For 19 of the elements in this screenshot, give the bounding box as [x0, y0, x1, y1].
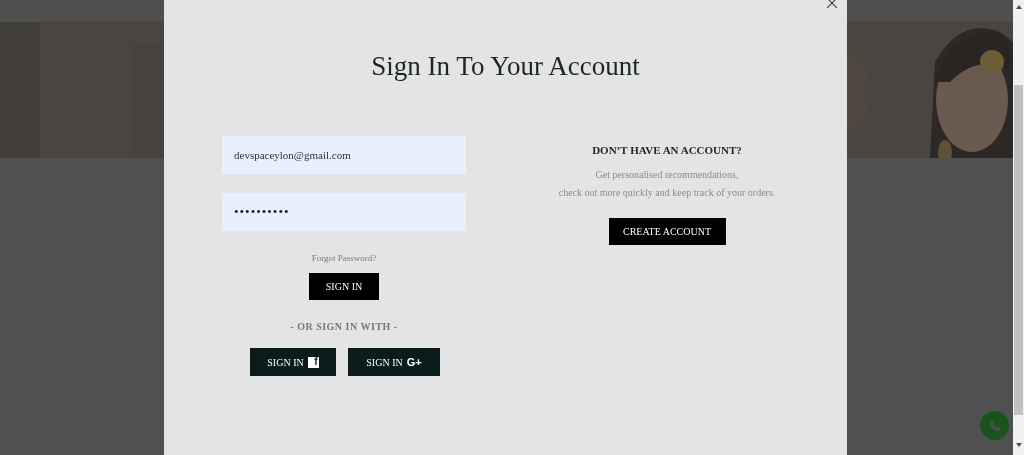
dialog-title: Sign In To Your Account	[371, 50, 640, 83]
divider-text: - OR SIGN IN WITH -	[290, 320, 398, 334]
password-field[interactable]: ••••••••••	[222, 193, 466, 231]
scroll-up-icon[interactable]	[1015, 5, 1022, 9]
register-heading: DON’T HAVE AN ACCOUNT?	[592, 143, 742, 158]
register-description: check out more quickly and keep track of your orders.	[558, 185, 776, 200]
google-sign-in-button[interactable]: SIGN IN G+	[348, 348, 440, 376]
sign-in-button[interactable]: SIGN IN	[309, 273, 379, 300]
email-field[interactable]: devspaceylon@gmail.com	[222, 136, 466, 174]
google-plus-icon: G+	[406, 353, 422, 371]
scroll-down-icon[interactable]	[1015, 443, 1022, 447]
register-description: Get personalised recommendations,	[595, 167, 739, 182]
scroll-thumb[interactable]	[1014, 85, 1023, 415]
forgot-password-link[interactable]: Forgot Password?	[311, 252, 377, 264]
close-icon[interactable]	[826, 0, 838, 10]
create-account-button[interactable]: CREATE ACCOUNT	[608, 217, 726, 245]
facebook-sign-in-button[interactable]: SIGN IN f	[250, 348, 336, 376]
facebook-icon: f	[307, 356, 319, 368]
scrollbar[interactable]	[1013, 0, 1024, 455]
